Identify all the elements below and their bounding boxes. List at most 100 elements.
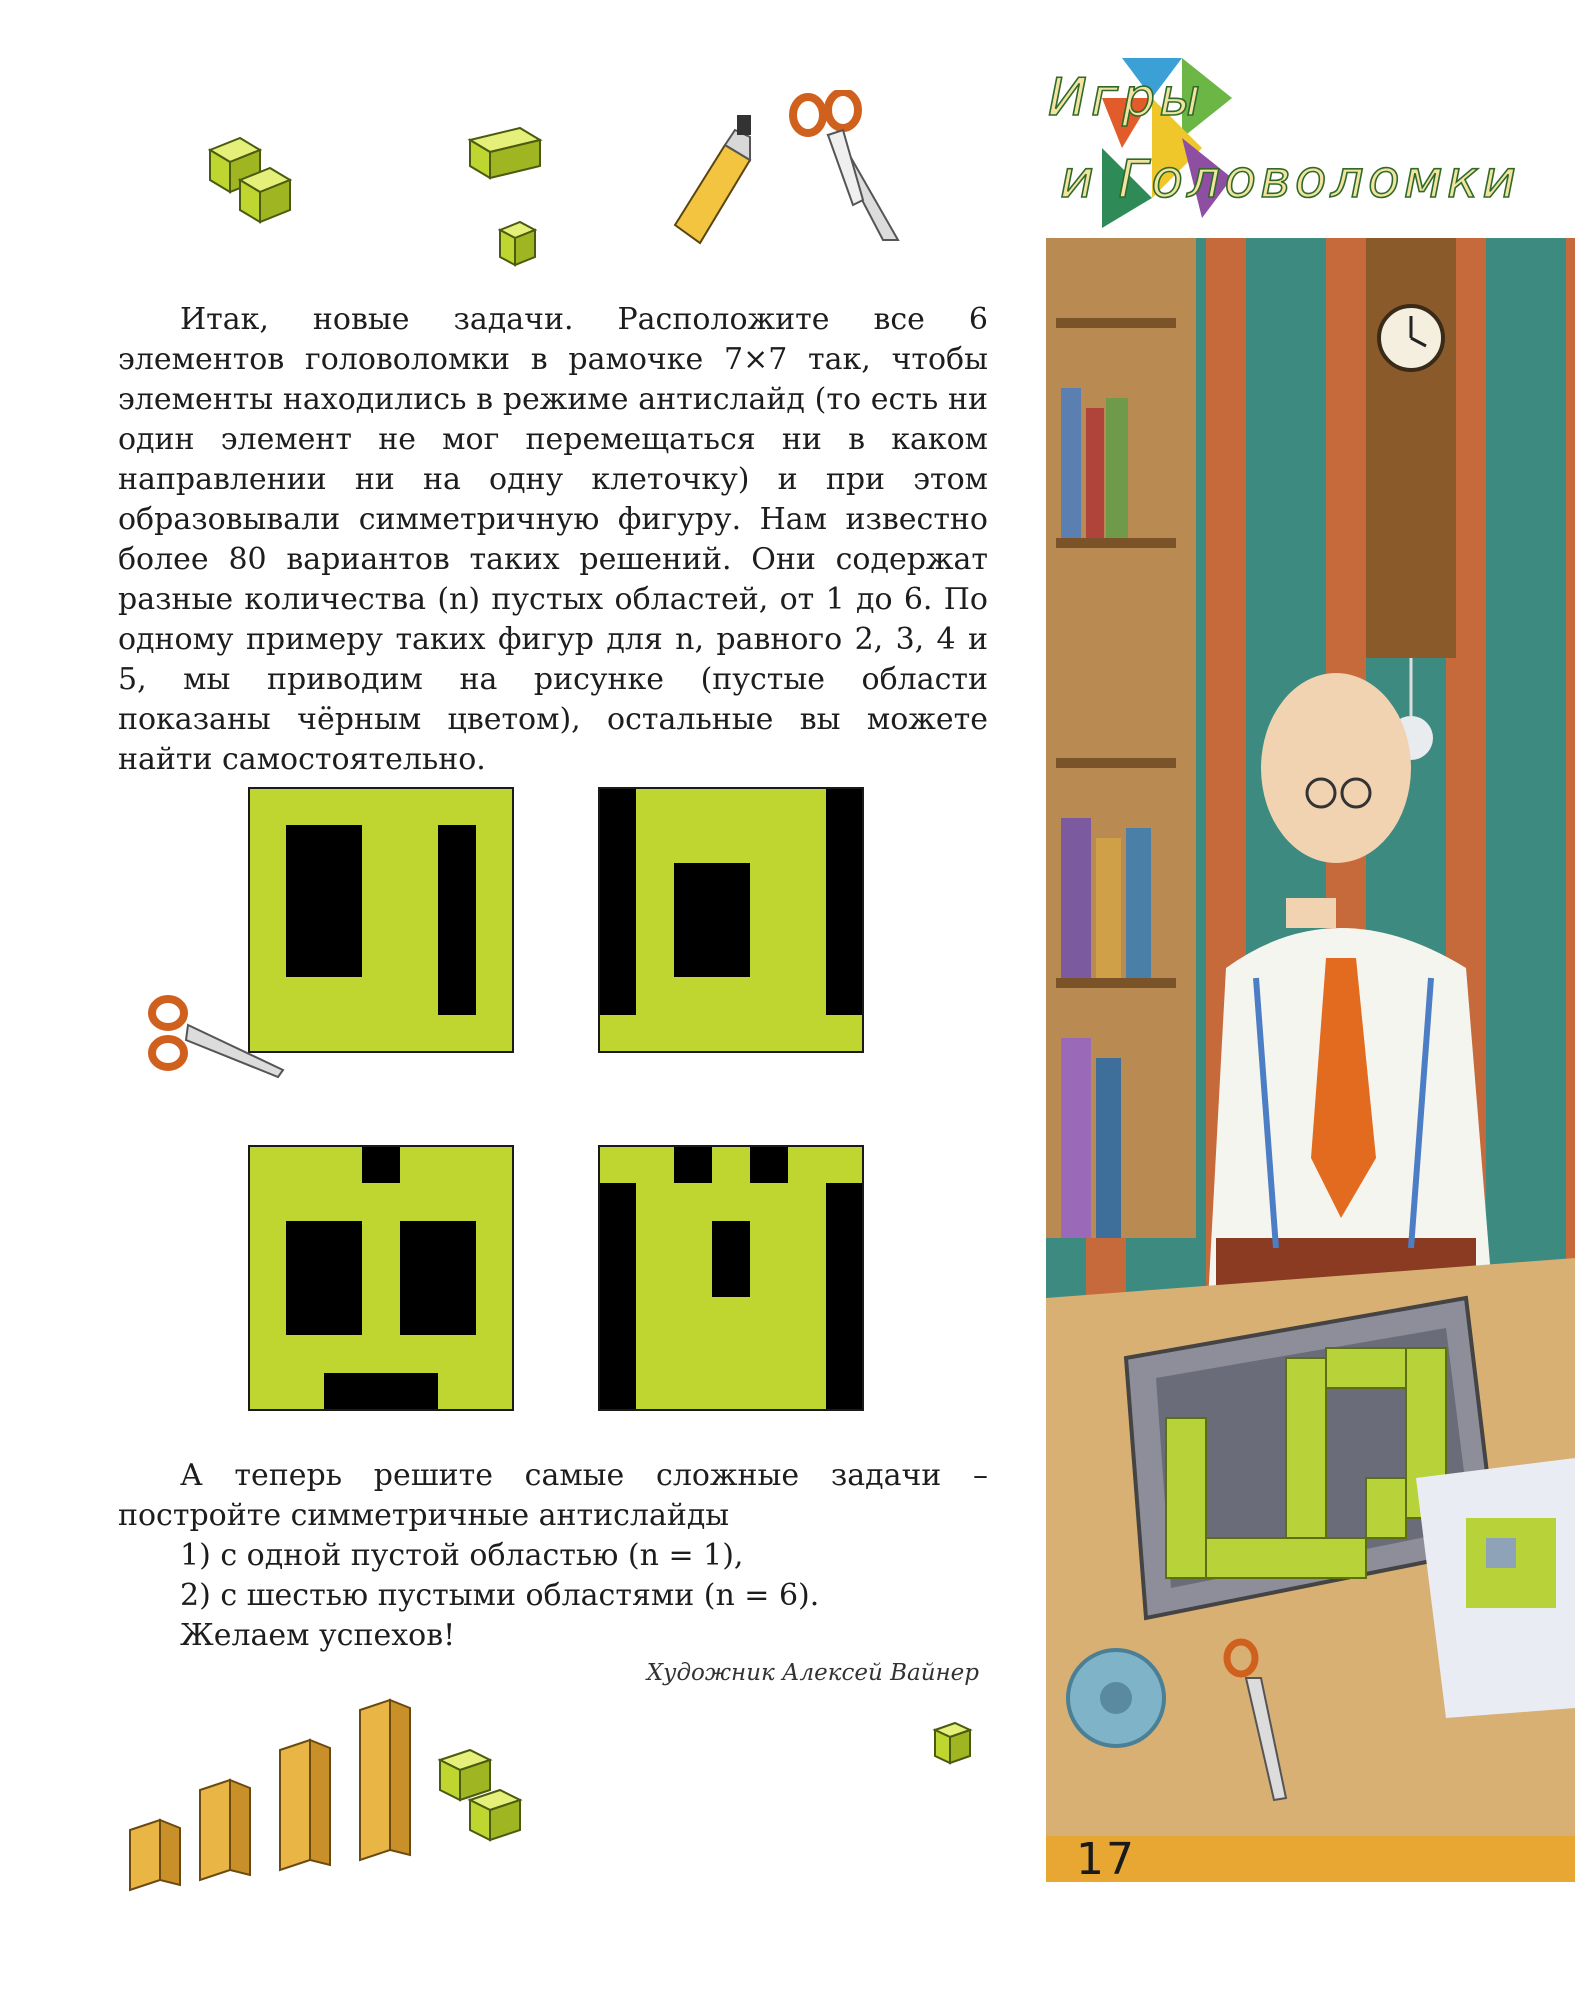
piece-cell xyxy=(286,787,324,825)
piece-cell xyxy=(712,1373,750,1411)
piece-cell xyxy=(712,1145,750,1183)
scissors-sketch-top xyxy=(789,90,900,241)
wish-line: Желаем успехов! xyxy=(180,1618,456,1653)
piece-cell xyxy=(636,1373,674,1411)
piece-cell xyxy=(476,939,514,977)
empty-cell xyxy=(438,825,476,863)
piece-cell xyxy=(636,825,674,863)
outro-paragraph: А теперь решите самые сложные задачи – п… xyxy=(118,1456,988,1656)
piece-cell xyxy=(750,863,788,901)
piece-cell xyxy=(750,977,788,1015)
piece-cell xyxy=(788,1015,826,1053)
piece-cell xyxy=(286,1335,324,1373)
piece-cell xyxy=(362,1015,400,1053)
illustration-panel xyxy=(1046,238,1575,1836)
piece-cell xyxy=(788,825,826,863)
piece-cell xyxy=(636,1335,674,1373)
empty-cell xyxy=(286,939,324,977)
piece-cell xyxy=(636,1221,674,1259)
empty-cell xyxy=(438,939,476,977)
illustration-picture xyxy=(1046,238,1575,1836)
piece-cell xyxy=(788,1335,826,1373)
empty-cell xyxy=(750,1145,788,1183)
piece-cell xyxy=(400,1183,438,1221)
piece-cell xyxy=(750,1373,788,1411)
empty-cell xyxy=(598,863,636,901)
piece-cell xyxy=(248,1183,286,1221)
empty-cell xyxy=(324,863,362,901)
empty-cell xyxy=(674,939,712,977)
piece-cell xyxy=(636,787,674,825)
piece-cell xyxy=(248,1373,286,1411)
piece-cell xyxy=(636,901,674,939)
piece-cell xyxy=(476,1373,514,1411)
piece-cell xyxy=(248,1221,286,1259)
empty-cell xyxy=(438,863,476,901)
task-two: 2) с шестью пустыми областями (n = 6). xyxy=(180,1578,820,1613)
piece-cell xyxy=(476,1145,514,1183)
puzzle-n4 xyxy=(248,1145,514,1411)
piece-cell xyxy=(750,1259,788,1297)
empty-cell xyxy=(438,977,476,1015)
piece-cell xyxy=(674,1221,712,1259)
piece-cell xyxy=(674,787,712,825)
piece-cell xyxy=(400,1015,438,1053)
empty-cell xyxy=(324,1259,362,1297)
piece-cell xyxy=(476,977,514,1015)
piece-cell xyxy=(674,1373,712,1411)
empty-cell xyxy=(598,787,636,825)
piece-cell xyxy=(362,1335,400,1373)
piece-cell xyxy=(636,1145,674,1183)
piece-cell xyxy=(712,1335,750,1373)
piece-cell xyxy=(712,787,750,825)
piece-cell xyxy=(636,977,674,1015)
empty-cell xyxy=(438,1221,476,1259)
empty-cell xyxy=(598,977,636,1015)
puzzle-n3 xyxy=(598,787,864,1053)
empty-cell xyxy=(598,1297,636,1335)
empty-cell xyxy=(438,901,476,939)
logo-line1: Игры xyxy=(1047,67,1205,129)
logo-line2: и Головоломки xyxy=(1059,149,1521,211)
piece-cell xyxy=(476,1259,514,1297)
piece-cell xyxy=(286,977,324,1015)
piece-cell xyxy=(248,1259,286,1297)
piece-cell xyxy=(636,1183,674,1221)
page-number-bar: 17 xyxy=(1046,1834,1575,1885)
piece-cell xyxy=(476,787,514,825)
empty-cell xyxy=(400,1373,438,1411)
piece-cell xyxy=(400,825,438,863)
piece-cell xyxy=(476,1335,514,1373)
piece-cell xyxy=(674,1297,712,1335)
piece-cell xyxy=(400,787,438,825)
piece-cell xyxy=(750,1335,788,1373)
empty-cell xyxy=(826,825,864,863)
piece-cell xyxy=(400,1145,438,1183)
intro-paragraph: Итак, новые задачи. Расположите все 6 эл… xyxy=(118,300,988,780)
empty-cell xyxy=(286,863,324,901)
piece-cell xyxy=(788,1259,826,1297)
empty-cell xyxy=(598,1335,636,1373)
piece-cell xyxy=(674,1259,712,1297)
artist-credit: Художник Алексей Вайнер xyxy=(646,1660,979,1686)
piece-cell xyxy=(362,1221,400,1259)
cube-towers-sketch xyxy=(129,1698,523,1892)
piece-cell xyxy=(286,1015,324,1053)
piece-cell xyxy=(362,863,400,901)
piece-cell xyxy=(674,825,712,863)
empty-cell xyxy=(286,1297,324,1335)
empty-cell xyxy=(438,1297,476,1335)
piece-cell xyxy=(636,1015,674,1053)
piece-cell xyxy=(598,1145,636,1183)
puzzle-n5 xyxy=(598,1145,864,1411)
empty-cell xyxy=(712,1221,750,1259)
magazine-logo: Игры и Головоломки xyxy=(1047,58,1568,238)
empty-cell xyxy=(712,863,750,901)
piece-cell xyxy=(400,939,438,977)
empty-cell xyxy=(362,1145,400,1183)
piece-cell xyxy=(362,939,400,977)
empty-cell xyxy=(826,1297,864,1335)
page-number: 17 xyxy=(1076,1834,1136,1885)
piece-cell xyxy=(788,787,826,825)
glue-tube-sketch xyxy=(673,115,752,245)
